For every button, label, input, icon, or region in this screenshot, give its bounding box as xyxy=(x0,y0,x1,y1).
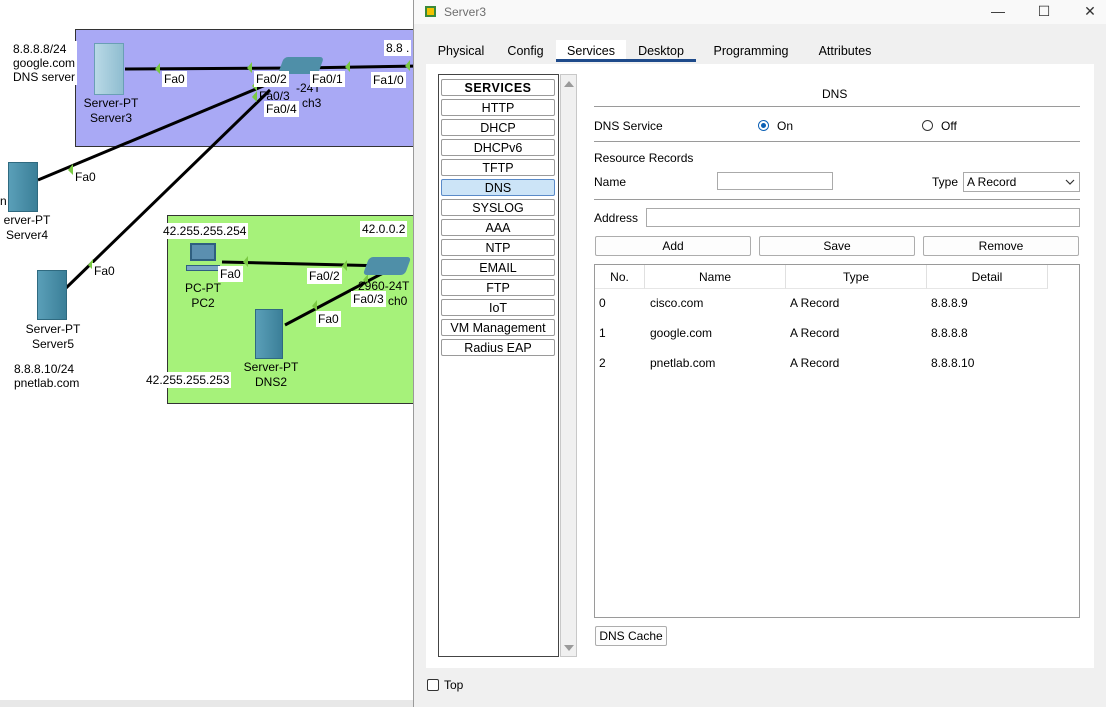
service-radius-eap[interactable]: Radius EAP xyxy=(441,339,555,356)
port-label: Fa0/2 xyxy=(307,268,342,284)
name-label: Name xyxy=(594,175,627,189)
server5-annotation: 8.8.8.10/24 pnetlab.com xyxy=(12,361,82,391)
minimize-button[interactable]: — xyxy=(975,0,1021,24)
service-tftp[interactable]: TFTP xyxy=(441,159,555,176)
port-label: Fa0 xyxy=(218,266,243,282)
service-dhcp[interactable]: DHCP xyxy=(441,119,555,136)
dns-on-label[interactable]: On xyxy=(777,119,793,133)
service-ntp[interactable]: NTP xyxy=(441,239,555,256)
column-header-no[interactable]: No. xyxy=(595,265,645,289)
server4-label: erver-PT Server4 xyxy=(3,213,51,242)
service-aaa[interactable]: AAA xyxy=(441,219,555,236)
server3-icon[interactable] xyxy=(94,43,124,95)
server4-edge-text: n xyxy=(0,194,7,208)
port-label: Fa0/4 xyxy=(264,101,299,117)
service-dns[interactable]: DNS xyxy=(441,179,555,196)
server5-icon[interactable] xyxy=(37,270,67,320)
address-label: Address xyxy=(594,211,639,225)
dns-on-radio[interactable] xyxy=(758,120,769,131)
dns2-label: Server-PT DNS2 xyxy=(243,360,299,389)
services-list: SERVICES HTTP DHCP DHCPv6 TFTP DNS SYSLO… xyxy=(438,74,559,657)
link-lines xyxy=(37,60,420,327)
canvas-bottom-strip xyxy=(0,700,413,707)
port-label: Fa1/0 xyxy=(371,72,406,88)
remove-button[interactable]: Remove xyxy=(923,236,1079,256)
top-checkbox[interactable] xyxy=(427,679,439,691)
port-label: Fa0 xyxy=(316,311,341,327)
divider xyxy=(594,141,1080,142)
dns2-icon[interactable] xyxy=(255,309,283,359)
scroll-down-icon[interactable] xyxy=(564,645,574,651)
records-table[interactable]: No. Name Type Detail 0 cisco.com A Recor… xyxy=(594,264,1080,618)
dns-service-label: DNS Service xyxy=(594,119,663,133)
chevron-down-icon xyxy=(1065,173,1075,196)
scroll-up-icon[interactable] xyxy=(564,81,574,87)
server3-label: Server-PT Server3 xyxy=(83,96,139,125)
window-title: Server3 xyxy=(444,5,487,19)
pc2-label: PC-PT PC2 xyxy=(185,281,221,310)
type-select[interactable]: A Record xyxy=(963,172,1080,192)
active-tab-underline xyxy=(556,59,696,62)
dns-cache-button[interactable]: DNS Cache xyxy=(595,626,667,646)
port-label: Fa0/2 xyxy=(254,71,289,87)
address-input[interactable] xyxy=(646,208,1080,227)
column-header-type[interactable]: Type xyxy=(786,265,927,289)
port-label: Fa0/1 xyxy=(310,71,345,87)
resource-records-label: Resource Records xyxy=(594,151,694,165)
service-syslog[interactable]: SYSLOG xyxy=(441,199,555,216)
ip-42-254: 42.255.255.254 xyxy=(161,223,249,239)
port-label: Fa0/3 xyxy=(351,291,386,307)
port-label: Fa0 xyxy=(92,263,117,279)
service-iot[interactable]: IoT xyxy=(441,299,555,316)
server3-annotation: 8.8.8.8/24 google.com DNS server xyxy=(11,41,78,85)
dns-header: DNS xyxy=(822,87,848,101)
title-bar[interactable]: Server3 — ☐ ✕ xyxy=(414,0,1106,24)
ip-888-cut: 8.8 . xyxy=(384,40,412,56)
tab-programming[interactable]: Programming xyxy=(708,40,794,62)
server3-window[interactable]: Server3 — ☐ ✕ Physical Config Services D… xyxy=(413,0,1106,707)
services-scrollbar[interactable] xyxy=(560,74,577,657)
app-logo-icon xyxy=(424,5,437,18)
maximize-button[interactable]: ☐ xyxy=(1021,0,1067,24)
service-dhcpv6[interactable]: DHCPv6 xyxy=(441,139,555,156)
ip-42-002: 42.0.0.2 xyxy=(360,221,408,237)
save-button[interactable]: Save xyxy=(759,236,915,256)
service-email[interactable]: EMAIL xyxy=(441,259,555,276)
divider xyxy=(594,199,1080,200)
tab-physical[interactable]: Physical xyxy=(426,40,496,62)
switch0-name: ch0 xyxy=(388,294,408,308)
name-input[interactable] xyxy=(717,172,833,190)
server4-icon[interactable] xyxy=(8,162,38,212)
service-ftp[interactable]: FTP xyxy=(441,279,555,296)
port-label: Fa0 xyxy=(162,71,187,87)
add-button[interactable]: Add xyxy=(595,236,751,256)
type-select-value: A Record xyxy=(967,175,1017,189)
services-header: SERVICES xyxy=(441,79,555,96)
service-vm-management[interactable]: VM Management xyxy=(441,319,555,336)
pc2-icon[interactable] xyxy=(186,243,220,273)
switch0-icon[interactable] xyxy=(362,257,412,275)
switch3-name: ch3 xyxy=(302,96,322,110)
dns-off-label[interactable]: Off xyxy=(941,119,957,133)
divider xyxy=(594,106,1080,107)
tab-config[interactable]: Config xyxy=(498,40,553,62)
port-label: Fa0 xyxy=(73,169,98,185)
dns-off-radio[interactable] xyxy=(922,120,933,131)
column-header-name[interactable]: Name xyxy=(645,265,786,289)
tab-attributes[interactable]: Attributes xyxy=(808,40,882,62)
top-label[interactable]: Top xyxy=(444,678,463,692)
column-header-detail[interactable]: Detail xyxy=(927,265,1048,289)
close-button[interactable]: ✕ xyxy=(1067,0,1106,24)
service-http[interactable]: HTTP xyxy=(441,99,555,116)
ip-42-253: 42.255.255.253 xyxy=(144,372,232,388)
server5-label: Server-PT Server5 xyxy=(25,322,81,351)
type-label: Type xyxy=(932,175,959,189)
